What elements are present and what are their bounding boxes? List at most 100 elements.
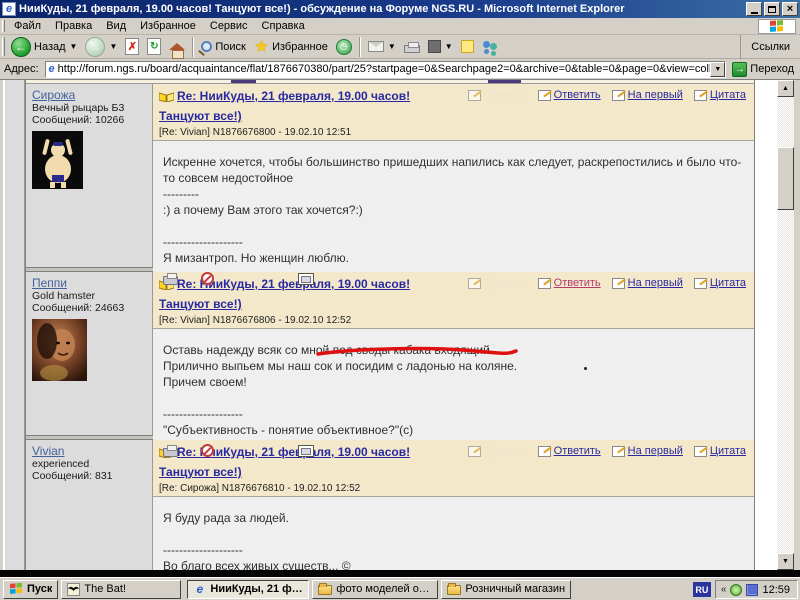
post-author-cell: Сирожа Вечный рыцарь Б3 Сообщений: 10266 — [26, 84, 153, 267]
post-title-link[interactable]: Re: НииКуды, 21 февраля, 19.00 часов! Та… — [159, 445, 410, 479]
taskbar-item-ie-active[interactable]: e НииКуды, 21 февра... — [187, 580, 309, 599]
system-tray: RU « 12:59 — [693, 580, 798, 599]
links-bar[interactable]: Ссылки — [740, 35, 798, 59]
avatar — [32, 319, 87, 381]
post-title-link[interactable]: Re: НииКуды, 21 февраля, 19.00 часов! Та… — [159, 89, 410, 123]
stop-button[interactable]: ✗ — [121, 36, 143, 58]
go-label: Переход — [750, 63, 794, 75]
author-link[interactable]: Сирожа — [32, 88, 75, 102]
post-actions: Править Ответить На первый Цитата — [460, 87, 748, 101]
address-url[interactable]: http://forum.ngs.ru/board/acquaintance/f… — [58, 63, 711, 75]
post-author-cell: Vivian experienced Сообщений: 831 — [26, 440, 153, 574]
forum-post: Пеппи Gold hamster Сообщений: 24663 — [26, 272, 754, 436]
mail-dropdown-icon[interactable]: ▼ — [388, 42, 396, 51]
go-arrow-icon: → — [732, 62, 747, 77]
menu-file[interactable]: Файл — [7, 19, 48, 33]
menu-edit[interactable]: Правка — [48, 19, 99, 33]
author-link[interactable]: Пеппи — [32, 276, 67, 290]
quote-link[interactable]: Цитата — [694, 277, 746, 289]
taskbar-item-folder-photos[interactable]: фото моделей отрисова... — [312, 580, 438, 599]
toolbar-separator — [359, 37, 361, 57]
go-button[interactable]: → Переход — [726, 60, 800, 79]
back-button[interactable]: ← Назад ▼ — [7, 36, 81, 58]
tray-app-icon[interactable] — [746, 584, 758, 596]
messenger-button[interactable] — [478, 36, 502, 58]
to-first-link[interactable]: На первый — [612, 445, 683, 457]
menu-tools[interactable]: Сервис — [203, 19, 255, 33]
quote-icon — [694, 278, 707, 289]
toolbar-grip[interactable] — [2, 20, 5, 33]
to-first-link[interactable]: На первый — [612, 277, 683, 289]
browser-viewport: Сирожа Вечный рыцарь Б3 Сообщений: 10266 — [0, 80, 800, 570]
home-button[interactable] — [165, 36, 189, 58]
print-post-icon[interactable] — [163, 276, 178, 285]
taskbar-item-label: НииКуды, 21 февра... — [210, 583, 303, 595]
edit-post-link: Править — [468, 445, 527, 457]
close-button[interactable]: × — [782, 2, 798, 16]
forward-button[interactable]: → ▼ — [81, 36, 121, 58]
history-button[interactable]: ◷ — [332, 36, 356, 58]
reply-link[interactable]: Ответить — [538, 445, 601, 457]
scroll-up-icon[interactable]: ▲ — [777, 80, 794, 97]
scroll-down-icon[interactable]: ▼ — [777, 553, 794, 570]
card-icon[interactable] — [298, 445, 314, 457]
favorites-button[interactable]: ★ Избранное — [250, 36, 332, 58]
ignore-icon[interactable] — [201, 272, 214, 285]
menu-bar: Файл Правка Вид Избранное Сервис Справка — [0, 18, 800, 35]
author-link[interactable]: Vivian — [32, 444, 64, 458]
to-first-link[interactable]: На первый — [612, 89, 683, 101]
print-post-icon[interactable] — [163, 448, 178, 457]
menu-help[interactable]: Справка — [255, 19, 312, 33]
edit-button[interactable]: ▼ — [424, 36, 457, 58]
author-rank: experienced — [32, 458, 148, 470]
restore-button[interactable] — [764, 2, 780, 16]
quote-link[interactable]: Цитата — [694, 445, 746, 457]
card-icon[interactable] — [298, 273, 314, 285]
favorites-star-icon: ★ — [254, 38, 269, 55]
discuss-button[interactable] — [457, 36, 478, 58]
search-button[interactable]: Поиск — [197, 36, 249, 58]
page-icon: e — [46, 63, 58, 75]
to-first-icon — [612, 90, 625, 101]
messenger-icon — [482, 40, 498, 54]
back-dropdown-icon[interactable]: ▼ — [70, 42, 78, 51]
post-actions: Править Ответить На первый Цитата — [460, 443, 748, 457]
post-message-cell: Re: НииКуды, 21 февраля, 19.00 часов! Та… — [153, 84, 754, 267]
avatar — [32, 131, 83, 189]
reply-link[interactable]: Ответить — [538, 277, 601, 289]
address-dropdown-icon[interactable]: ▼ — [710, 62, 725, 77]
mail-icon — [368, 41, 384, 52]
post-header: Re: НииКуды, 21 февраля, 19.00 часов! Та… — [153, 440, 754, 497]
desktop-screen: e НииКуды, 21 февраля, 19.00 часов! Танц… — [0, 0, 800, 600]
vertical-scrollbar[interactable]: ▲ ▼ — [777, 80, 794, 570]
taskbar: Пуск The Bat! e НииКуды, 21 февра... фот… — [0, 577, 800, 600]
forward-dropdown-icon[interactable]: ▼ — [109, 42, 117, 51]
ignore-icon[interactable] — [201, 444, 214, 457]
scrollbar-thumb[interactable] — [777, 147, 794, 210]
taskbar-item-thebat[interactable]: The Bat! — [61, 580, 181, 599]
post-title-link[interactable]: Re: НииКуды, 21 февраля, 19.00 часов! Та… — [159, 277, 410, 311]
quote-link[interactable]: Цитата — [694, 89, 746, 101]
tray-collapse-icon[interactable]: « — [721, 584, 727, 595]
mail-button[interactable]: ▼ — [364, 36, 400, 58]
menu-favorites[interactable]: Избранное — [133, 19, 203, 33]
post-meta: [Re: Сирожа] N1876676810 - 19.02.10 12:5… — [159, 483, 460, 494]
edit-icon — [428, 40, 441, 53]
post-meta: [Re: Vivian] N1876676806 - 19.02.10 12:5… — [159, 315, 460, 326]
taskbar-item-folder-shop[interactable]: Розничный магазин — [441, 580, 571, 599]
start-button[interactable]: Пуск — [3, 580, 58, 599]
previous-post-cutoff — [26, 80, 754, 84]
post-body: Искренне хочется, чтобы большинство приш… — [153, 141, 754, 291]
tray-icq-icon[interactable] — [730, 584, 742, 596]
refresh-button[interactable]: ↻ — [143, 36, 165, 58]
address-input[interactable]: e http://forum.ngs.ru/board/acquaintance… — [45, 61, 727, 78]
reply-link[interactable]: Ответить — [538, 89, 601, 101]
edit-post-icon — [468, 278, 481, 289]
print-button[interactable] — [400, 36, 424, 58]
minimize-button[interactable] — [746, 2, 762, 16]
language-indicator[interactable]: RU — [693, 582, 711, 597]
edit-dropdown-icon[interactable]: ▼ — [445, 42, 453, 51]
menu-view[interactable]: Вид — [99, 19, 133, 33]
screen-bottom-strip — [0, 570, 800, 577]
toolbar-grip[interactable] — [2, 37, 5, 55]
